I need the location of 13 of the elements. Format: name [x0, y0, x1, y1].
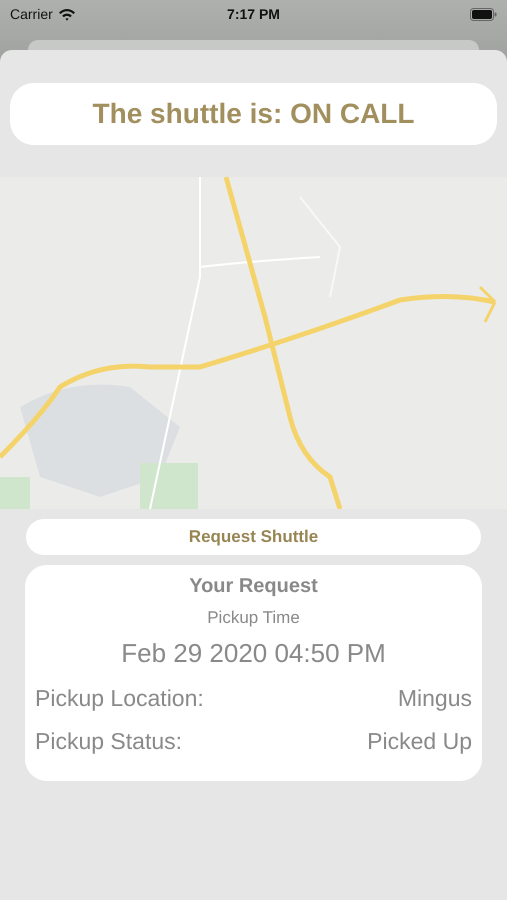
detail-value: Mingus [398, 685, 472, 712]
card-title: Your Request [189, 575, 318, 598]
wifi-icon [58, 8, 76, 20]
battery-icon [470, 8, 498, 20]
detail-label: Pickup Location: [35, 685, 204, 712]
carrier-label: Carrier [10, 6, 53, 22]
request-shuttle-button[interactable]: Request Shuttle [26, 519, 481, 555]
detail-value: Picked Up [367, 728, 472, 755]
pickup-time-value: Feb 29 2020 04:50 PM [121, 638, 386, 669]
shuttle-status-banner: The shuttle is: ON CALL [10, 83, 497, 145]
clock-time: 7:17 PM [227, 6, 280, 22]
detail-label: Pickup Status: [35, 728, 182, 755]
pickup-time-label: Pickup Time [207, 608, 300, 628]
